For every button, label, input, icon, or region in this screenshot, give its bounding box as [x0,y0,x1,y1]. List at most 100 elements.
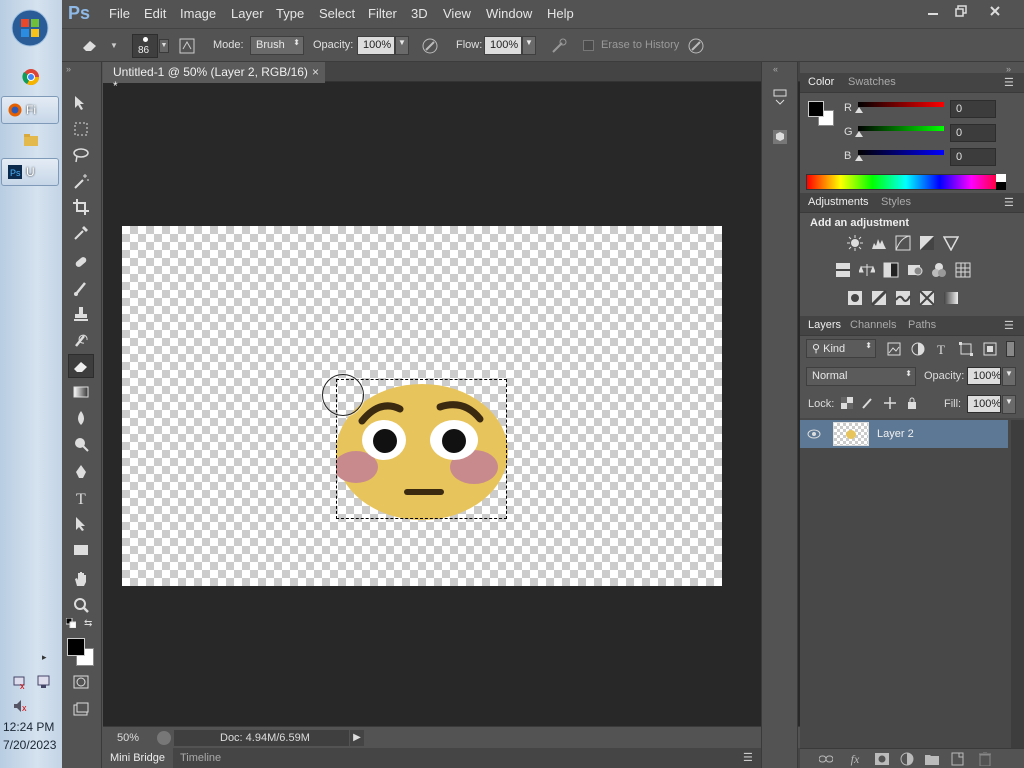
layer-row[interactable]: Layer 2 [800,420,1008,448]
menu-file[interactable]: File [109,6,130,21]
menu-3d[interactable]: 3D [411,6,428,21]
brush-tool-icon[interactable] [68,276,94,300]
network-icon[interactable]: x [12,674,28,690]
filter-smart-object-icon[interactable] [982,341,998,357]
lock-all-icon[interactable] [905,396,919,410]
taskbar-photoshop-button[interactable]: Ps U [1,158,59,186]
tab-channels[interactable]: Channels [850,319,896,331]
flow-input[interactable]: 100% [484,36,522,55]
menu-select[interactable]: Select [319,6,355,21]
layer-style-icon[interactable]: fx [846,751,864,767]
gradient-map-icon[interactable] [942,289,960,307]
taskbar-firefox-button[interactable]: Fi [1,96,59,124]
eyedropper-tool-icon[interactable] [68,221,94,245]
tab-styles[interactable]: Styles [881,196,911,208]
history-panel-icon[interactable] [769,86,791,108]
red-value-input[interactable]: 0 [950,100,996,118]
channel-mixer-icon[interactable] [930,261,948,279]
levels-icon[interactable] [870,234,888,252]
default-colors-icon[interactable] [66,618,76,628]
tab-paths[interactable]: Paths [908,319,936,331]
action-center-icon[interactable] [36,674,52,690]
menu-layer[interactable]: Layer [231,6,264,21]
filter-type-icon[interactable]: T [934,341,950,357]
canvas[interactable] [122,226,722,586]
filter-toggle-switch[interactable] [1006,341,1015,357]
layer-filter-kind-select[interactable]: ⚲ Kind ⬍ [806,339,876,358]
menu-edit[interactable]: Edit [144,6,166,21]
menu-view[interactable]: View [443,6,471,21]
layer-opacity-input[interactable]: 100% [967,367,1001,385]
rectangle-tool-icon[interactable] [68,538,94,562]
eraser-tool-preset-icon[interactable] [79,35,101,55]
filter-shape-icon[interactable] [958,341,974,357]
color-panel-menu-icon[interactable]: ☰ [1004,76,1014,89]
crop-tool-icon[interactable] [68,195,94,219]
clone-stamp-tool-icon[interactable] [68,302,94,326]
blue-value-input[interactable]: 0 [950,148,996,166]
start-button[interactable] [11,9,49,47]
dodge-tool-icon[interactable] [68,432,94,456]
green-slider[interactable] [858,126,944,131]
status-info-icon[interactable] [157,731,171,745]
erase-history-checkbox[interactable] [583,40,594,51]
new-layer-icon[interactable] [950,751,966,767]
color-lookup-icon[interactable] [954,261,972,279]
new-adjustment-layer-icon[interactable] [899,751,915,767]
lock-position-icon[interactable] [883,396,897,410]
color-balance-icon[interactable] [858,261,876,279]
opacity-dropdown[interactable]: ▼ [395,36,409,55]
delete-layer-icon[interactable] [977,751,993,767]
document-tab[interactable]: Untitled-1 @ 50% (Layer 2, RGB/16) * [103,62,325,93]
fill-dropdown[interactable]: ▼ [1002,395,1016,414]
tab-adjustments[interactable]: Adjustments [804,193,873,211]
tab-layers[interactable]: Layers [803,316,846,334]
adjustments-panel-menu-icon[interactable]: ☰ [1004,196,1014,209]
chevron-down-icon[interactable]: ▼ [110,41,118,50]
hue-saturation-icon[interactable] [834,261,852,279]
brush-size-picker[interactable]: 86 [132,34,158,58]
pressure-size-icon[interactable] [685,35,707,57]
green-value-input[interactable]: 0 [950,124,996,142]
move-tool-icon[interactable] [68,91,94,115]
spectrum-black[interactable] [996,182,1006,190]
brightness-contrast-icon[interactable] [846,234,864,252]
hand-tool-icon[interactable] [68,567,94,591]
panel-menu-icon[interactable]: ☰ [743,751,753,764]
layers-scrollbar[interactable] [1011,420,1024,748]
swap-colors-icon[interactable]: ⇆ [84,618,96,630]
eye-icon[interactable] [806,426,822,442]
blue-slider-thumb[interactable] [855,155,863,161]
blur-tool-icon[interactable] [68,406,94,430]
layer-opacity-dropdown[interactable]: ▼ [1002,367,1016,386]
clock-date[interactable]: 7/20/2023 [3,738,56,752]
menu-image[interactable]: Image [180,6,216,21]
color-spectrum-bar[interactable] [806,174,1006,190]
close-document-icon[interactable]: × [312,65,319,79]
foreground-color-swatch[interactable] [67,638,85,656]
opacity-input[interactable]: 100% [357,36,395,55]
exposure-icon[interactable] [918,234,936,252]
show-hidden-icons[interactable]: ▸ [42,652,47,663]
brush-size-dropdown[interactable]: ▼ [159,39,169,53]
zoom-tool-icon[interactable] [68,593,94,617]
gradient-tool-icon[interactable] [68,380,94,404]
folder-icon[interactable] [23,132,39,148]
pressure-opacity-icon[interactable] [419,35,441,57]
quick-mask-icon[interactable] [68,670,94,694]
marquee-tool-icon[interactable] [68,117,94,141]
lock-transparent-icon[interactable] [840,396,854,410]
healing-brush-tool-icon[interactable] [68,250,94,274]
pen-tool-icon[interactable] [68,460,94,484]
brush-panel-icon[interactable] [176,35,198,57]
menu-filter[interactable]: Filter [368,6,397,21]
tab-color[interactable]: Color [803,73,839,91]
black-white-icon[interactable] [882,261,900,279]
close-window-icon[interactable] [982,2,1008,20]
blend-mode-select[interactable]: Normal ⬍ [806,367,916,386]
posterize-icon[interactable] [870,289,888,307]
expand-panels-icon[interactable]: « [773,64,778,74]
menu-help[interactable]: Help [547,6,574,21]
restore-icon[interactable] [948,2,974,20]
vibrance-icon[interactable] [942,234,960,252]
